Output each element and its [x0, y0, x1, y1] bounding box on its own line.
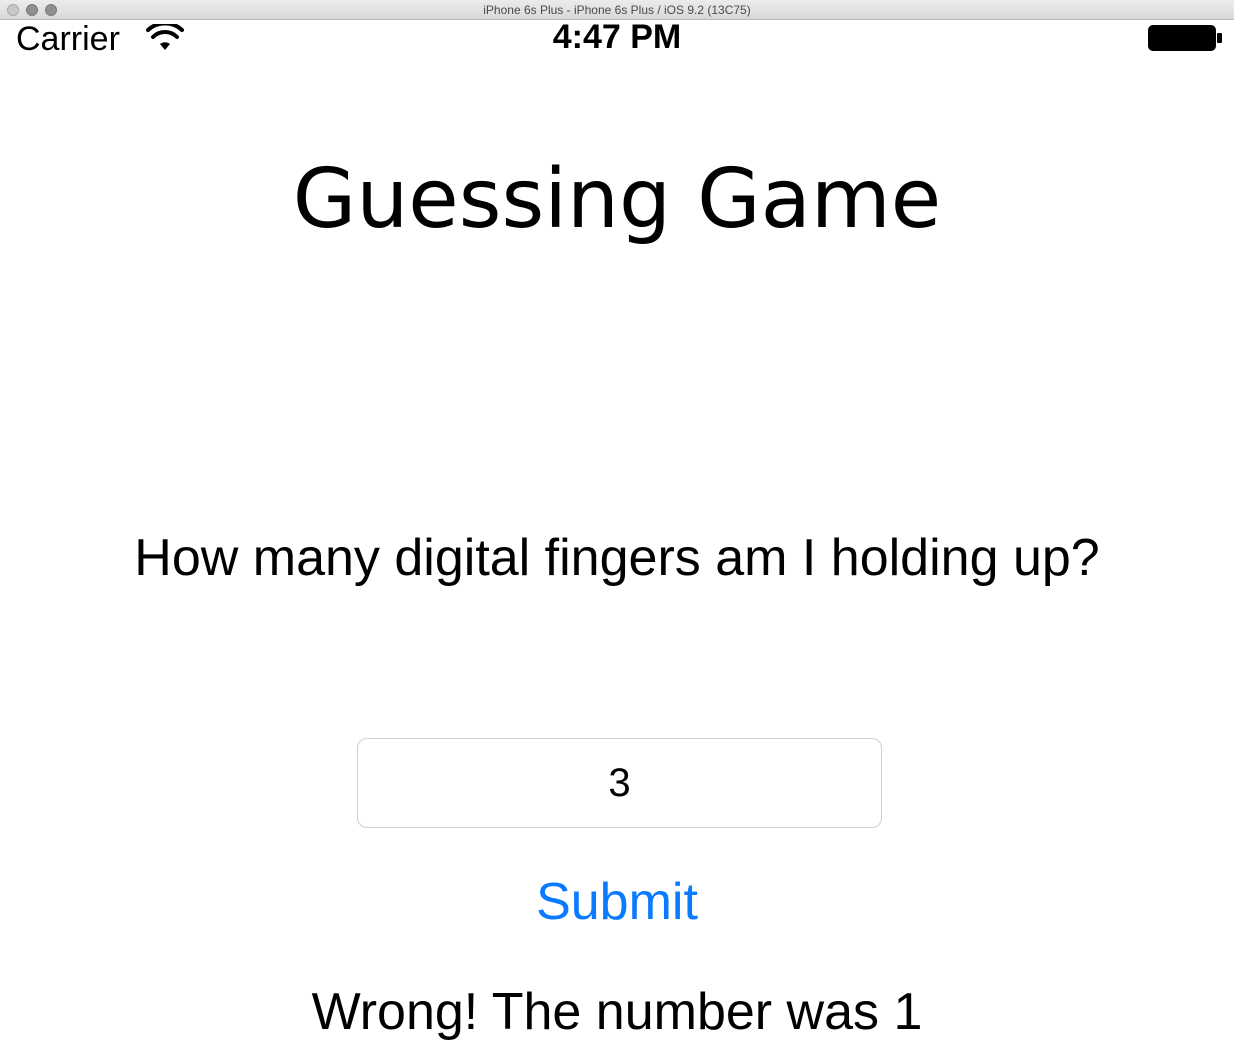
submit-button[interactable]: Submit — [487, 872, 747, 932]
window-title: iPhone 6s Plus - iPhone 6s Plus / iOS 9.… — [483, 3, 751, 17]
result-label: Wrong! The number was 1 — [311, 983, 923, 1041]
guess-input[interactable] — [357, 738, 882, 828]
ios-status-bar: Carrier 4:47 PM — [0, 18, 1234, 60]
question-label: How many digital fingers am I holding up… — [134, 529, 1100, 587]
simulator-window: iPhone 6s Plus - iPhone 6s Plus / iOS 9.… — [0, 0, 1234, 1043]
status-time: 4:47 PM — [552, 18, 682, 56]
battery-icon — [1148, 25, 1222, 51]
page-title: Guessing Game — [292, 152, 942, 247]
window-title-bar: iPhone 6s Plus - iPhone 6s Plus / iOS 9.… — [0, 0, 1234, 20]
